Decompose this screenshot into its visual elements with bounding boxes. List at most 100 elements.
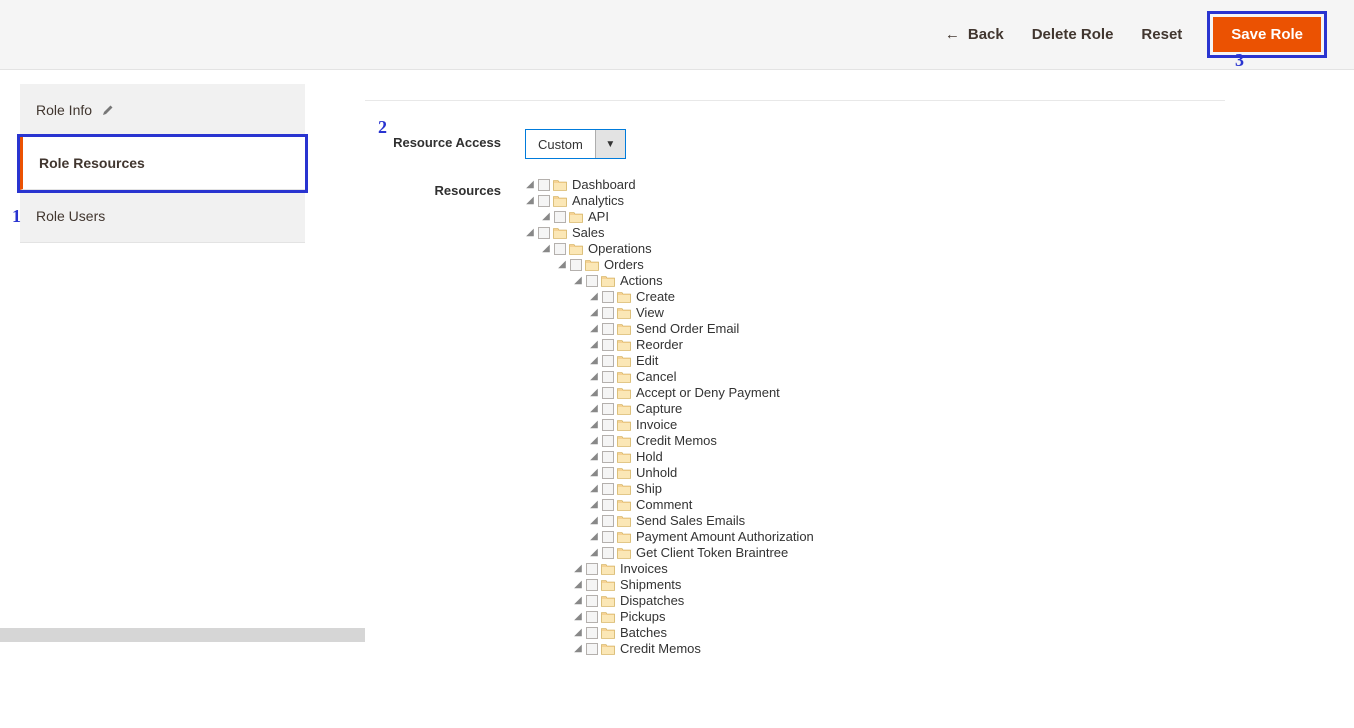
expand-toggle-icon[interactable]: ◢ <box>589 497 599 513</box>
tree-node[interactable]: ◢Hold <box>589 449 814 465</box>
tree-checkbox[interactable] <box>586 643 598 655</box>
expand-toggle-icon[interactable]: ◢ <box>589 289 599 305</box>
tree-node[interactable]: ◢Unhold <box>589 465 814 481</box>
tree-node[interactable]: ◢Send Order Email <box>589 321 814 337</box>
expand-toggle-icon[interactable]: ◢ <box>589 433 599 449</box>
expand-toggle-icon[interactable]: ◢ <box>541 241 551 257</box>
expand-toggle-icon[interactable]: ◢ <box>573 641 583 657</box>
resource-access-select[interactable]: Custom ▼ <box>525 129 626 159</box>
horizontal-scrollbar[interactable] <box>0 628 365 642</box>
tree-node[interactable]: ◢Credit Memos <box>573 641 814 657</box>
tree-node[interactable]: ◢Invoices <box>573 561 814 577</box>
tree-node[interactable]: ◢View <box>589 305 814 321</box>
expand-toggle-icon[interactable]: ◢ <box>589 321 599 337</box>
tree-checkbox[interactable] <box>602 291 614 303</box>
tree-node[interactable]: ◢Ship <box>589 481 814 497</box>
tree-node[interactable]: ◢Payment Amount Authorization <box>589 529 814 545</box>
expand-toggle-icon[interactable]: ◢ <box>557 257 567 273</box>
tree-checkbox[interactable] <box>602 451 614 463</box>
expand-toggle-icon[interactable]: ◢ <box>573 577 583 593</box>
tree-node[interactable]: ◢Operations <box>541 241 814 257</box>
expand-toggle-icon[interactable]: ◢ <box>589 481 599 497</box>
tree-node[interactable]: ◢Accept or Deny Payment <box>589 385 814 401</box>
expand-toggle-icon[interactable]: ◢ <box>541 209 551 225</box>
expand-toggle-icon[interactable]: ◢ <box>573 273 583 289</box>
tree-checkbox[interactable] <box>602 403 614 415</box>
tree-node[interactable]: ◢Actions <box>573 273 814 289</box>
expand-toggle-icon[interactable]: ◢ <box>573 593 583 609</box>
tree-node[interactable]: ◢Create <box>589 289 814 305</box>
expand-toggle-icon[interactable]: ◢ <box>589 513 599 529</box>
expand-toggle-icon[interactable]: ◢ <box>573 561 583 577</box>
tree-checkbox[interactable] <box>586 275 598 287</box>
delete-role-button[interactable]: Delete Role <box>1032 26 1114 43</box>
tree-node[interactable]: ◢Comment <box>589 497 814 513</box>
tree-checkbox[interactable] <box>602 531 614 543</box>
expand-toggle-icon[interactable]: ◢ <box>589 305 599 321</box>
tree-node[interactable]: ◢Invoice <box>589 417 814 433</box>
sidebar-item-role-info[interactable]: Role Info <box>20 84 305 137</box>
tree-checkbox[interactable] <box>602 515 614 527</box>
tree-checkbox[interactable] <box>586 563 598 575</box>
tree-checkbox[interactable] <box>602 371 614 383</box>
tree-node-label: Dispatches <box>618 593 684 609</box>
back-button[interactable]: ← Back <box>945 26 1004 43</box>
expand-toggle-icon[interactable]: ◢ <box>589 385 599 401</box>
tree-checkbox[interactable] <box>602 339 614 351</box>
tree-checkbox[interactable] <box>538 195 550 207</box>
expand-toggle-icon[interactable]: ◢ <box>589 417 599 433</box>
tree-checkbox[interactable] <box>554 243 566 255</box>
expand-toggle-icon[interactable]: ◢ <box>525 177 535 193</box>
tree-node[interactable]: ◢Get Client Token Braintree <box>589 545 814 561</box>
expand-toggle-icon[interactable]: ◢ <box>589 449 599 465</box>
tree-node[interactable]: ◢Capture <box>589 401 814 417</box>
expand-toggle-icon[interactable]: ◢ <box>525 225 535 241</box>
tree-checkbox[interactable] <box>602 467 614 479</box>
tree-checkbox[interactable] <box>602 387 614 399</box>
tree-node[interactable]: ◢Sales <box>525 225 814 241</box>
expand-toggle-icon[interactable]: ◢ <box>589 337 599 353</box>
expand-toggle-icon[interactable]: ◢ <box>589 353 599 369</box>
tree-checkbox[interactable] <box>586 611 598 623</box>
tree-checkbox[interactable] <box>602 307 614 319</box>
tree-node[interactable]: ◢Orders <box>557 257 814 273</box>
tree-checkbox[interactable] <box>602 547 614 559</box>
reset-button[interactable]: Reset <box>1141 26 1182 43</box>
expand-toggle-icon[interactable]: ◢ <box>525 193 535 209</box>
tree-node[interactable]: ◢Dashboard <box>525 177 814 193</box>
sidebar-item-role-resources[interactable]: Role Resources <box>20 137 305 190</box>
tree-checkbox[interactable] <box>602 419 614 431</box>
tree-checkbox[interactable] <box>586 595 598 607</box>
tree-node[interactable]: ◢Credit Memos <box>589 433 814 449</box>
tree-node[interactable]: ◢API <box>541 209 814 225</box>
tree-node[interactable]: ◢Cancel <box>589 369 814 385</box>
expand-toggle-icon[interactable]: ◢ <box>589 401 599 417</box>
tree-checkbox[interactable] <box>554 211 566 223</box>
tree-checkbox[interactable] <box>538 179 550 191</box>
expand-toggle-icon[interactable]: ◢ <box>573 609 583 625</box>
tree-checkbox[interactable] <box>602 499 614 511</box>
tree-checkbox[interactable] <box>570 259 582 271</box>
expand-toggle-icon[interactable]: ◢ <box>589 529 599 545</box>
sidebar-item-role-users[interactable]: Role Users <box>20 190 305 243</box>
tree-node[interactable]: ◢Shipments <box>573 577 814 593</box>
tree-checkbox[interactable] <box>602 435 614 447</box>
tree-node[interactable]: ◢Pickups <box>573 609 814 625</box>
tree-checkbox[interactable] <box>602 323 614 335</box>
tree-node[interactable]: ◢ Dispatches <box>573 593 814 609</box>
expand-toggle-icon[interactable]: ◢ <box>589 465 599 481</box>
tree-node[interactable]: ◢Batches <box>573 625 814 641</box>
tree-node[interactable]: ◢Send Sales Emails <box>589 513 814 529</box>
tree-checkbox[interactable] <box>602 355 614 367</box>
expand-toggle-icon[interactable]: ◢ <box>589 545 599 561</box>
tree-checkbox[interactable] <box>538 227 550 239</box>
tree-node[interactable]: ◢Reorder <box>589 337 814 353</box>
tree-node[interactable]: ◢Analytics <box>525 193 814 209</box>
tree-checkbox[interactable] <box>586 579 598 591</box>
tree-checkbox[interactable] <box>586 627 598 639</box>
expand-toggle-icon[interactable]: ◢ <box>589 369 599 385</box>
save-role-button[interactable]: Save Role <box>1213 17 1321 52</box>
tree-checkbox[interactable] <box>602 483 614 495</box>
tree-node[interactable]: ◢Edit <box>589 353 814 369</box>
expand-toggle-icon[interactable]: ◢ <box>573 625 583 641</box>
